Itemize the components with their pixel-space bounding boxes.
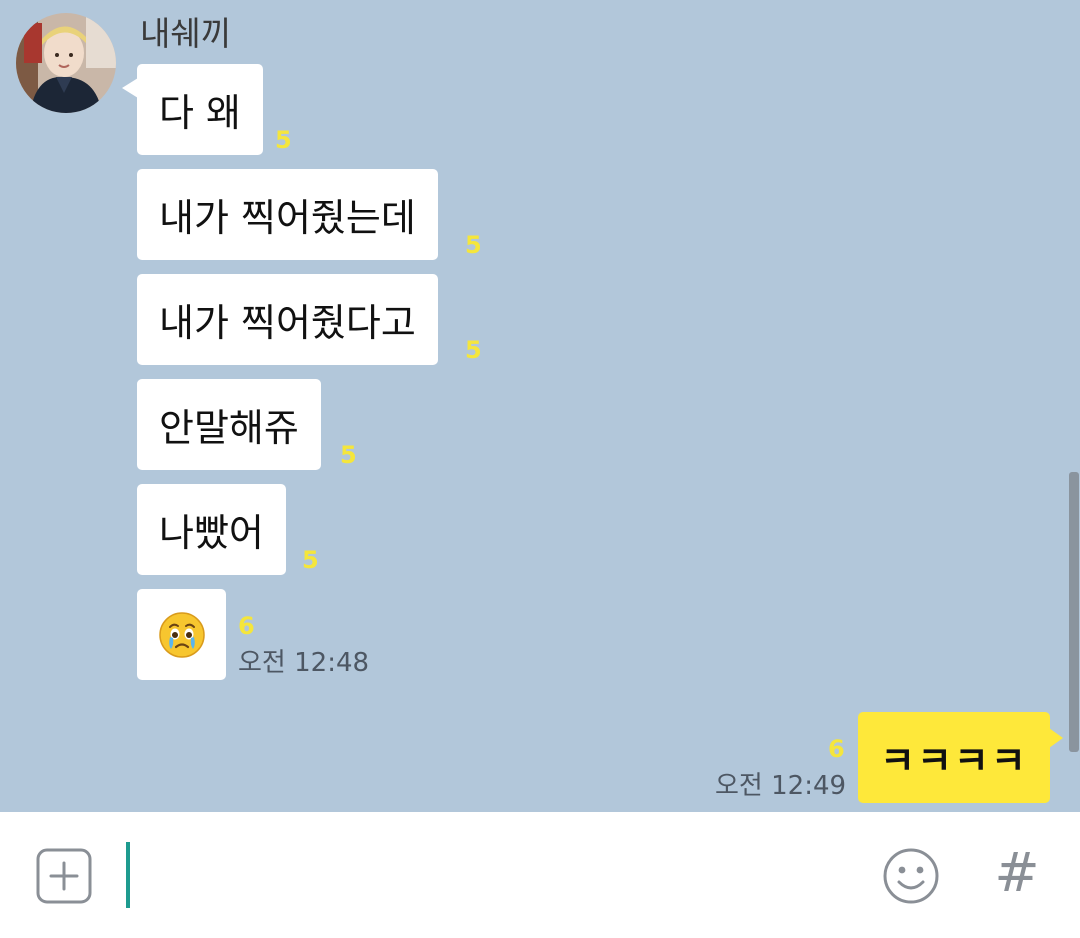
- unread-count: 6: [238, 612, 255, 640]
- message-timestamp: 오전 12:48: [238, 648, 370, 678]
- incoming-message-bubble[interactable]: 안말해쥬: [137, 379, 321, 470]
- unread-count: 5: [340, 441, 357, 469]
- incoming-message-bubble[interactable]: 나빴어: [137, 484, 286, 575]
- message-input[interactable]: [120, 832, 860, 918]
- message-text: 안말해쥬: [159, 406, 299, 450]
- message-timestamp: 오전 12:49: [715, 771, 847, 801]
- incoming-message-bubble[interactable]: 다 왜: [122, 64, 263, 155]
- hashtag-search-button[interactable]: #: [992, 838, 1042, 908]
- hashtag-icon: #: [994, 841, 1040, 904]
- emoticon-button[interactable]: [882, 847, 940, 905]
- message-text: 내가 찍어줬다고: [159, 301, 416, 345]
- smiley-face-icon: [883, 848, 939, 904]
- plus-square-icon: [36, 848, 92, 904]
- emoji-message-bubble[interactable]: [137, 589, 226, 680]
- unread-count: 5: [275, 126, 292, 154]
- scrollbar-thumb[interactable]: [1069, 472, 1079, 752]
- incoming-message-bubble[interactable]: 내가 찍어줬는데: [137, 169, 438, 260]
- message-text: 내가 찍어줬는데: [159, 196, 416, 240]
- text-cursor: [126, 842, 130, 908]
- message-text: 나빴어: [159, 511, 264, 555]
- unread-count: 5: [465, 336, 482, 364]
- unread-count: 6: [828, 735, 845, 763]
- unread-count: 5: [302, 546, 319, 574]
- avatar-photo: [16, 13, 116, 113]
- add-attachment-button[interactable]: [36, 848, 92, 904]
- outgoing-message-bubble[interactable]: ㅋㅋㅋㅋ: [858, 712, 1063, 803]
- chat-area[interactable]: 내쉐끼 다 왜 5 내가 찍어줬는데 5 내가 찍어줬다고 5 안말해쥬 5 나…: [0, 0, 1080, 812]
- incoming-message-bubble[interactable]: 내가 찍어줬다고: [137, 274, 438, 365]
- sender-avatar[interactable]: [16, 13, 116, 113]
- message-input-bar: #: [0, 812, 1080, 938]
- unread-count: 5: [465, 231, 482, 259]
- message-text: 다 왜: [159, 91, 241, 135]
- sender-name: 내쉐끼: [140, 14, 232, 53]
- crying-face-emoji-icon: [158, 611, 205, 658]
- message-text: ㅋㅋㅋㅋ: [880, 739, 1028, 783]
